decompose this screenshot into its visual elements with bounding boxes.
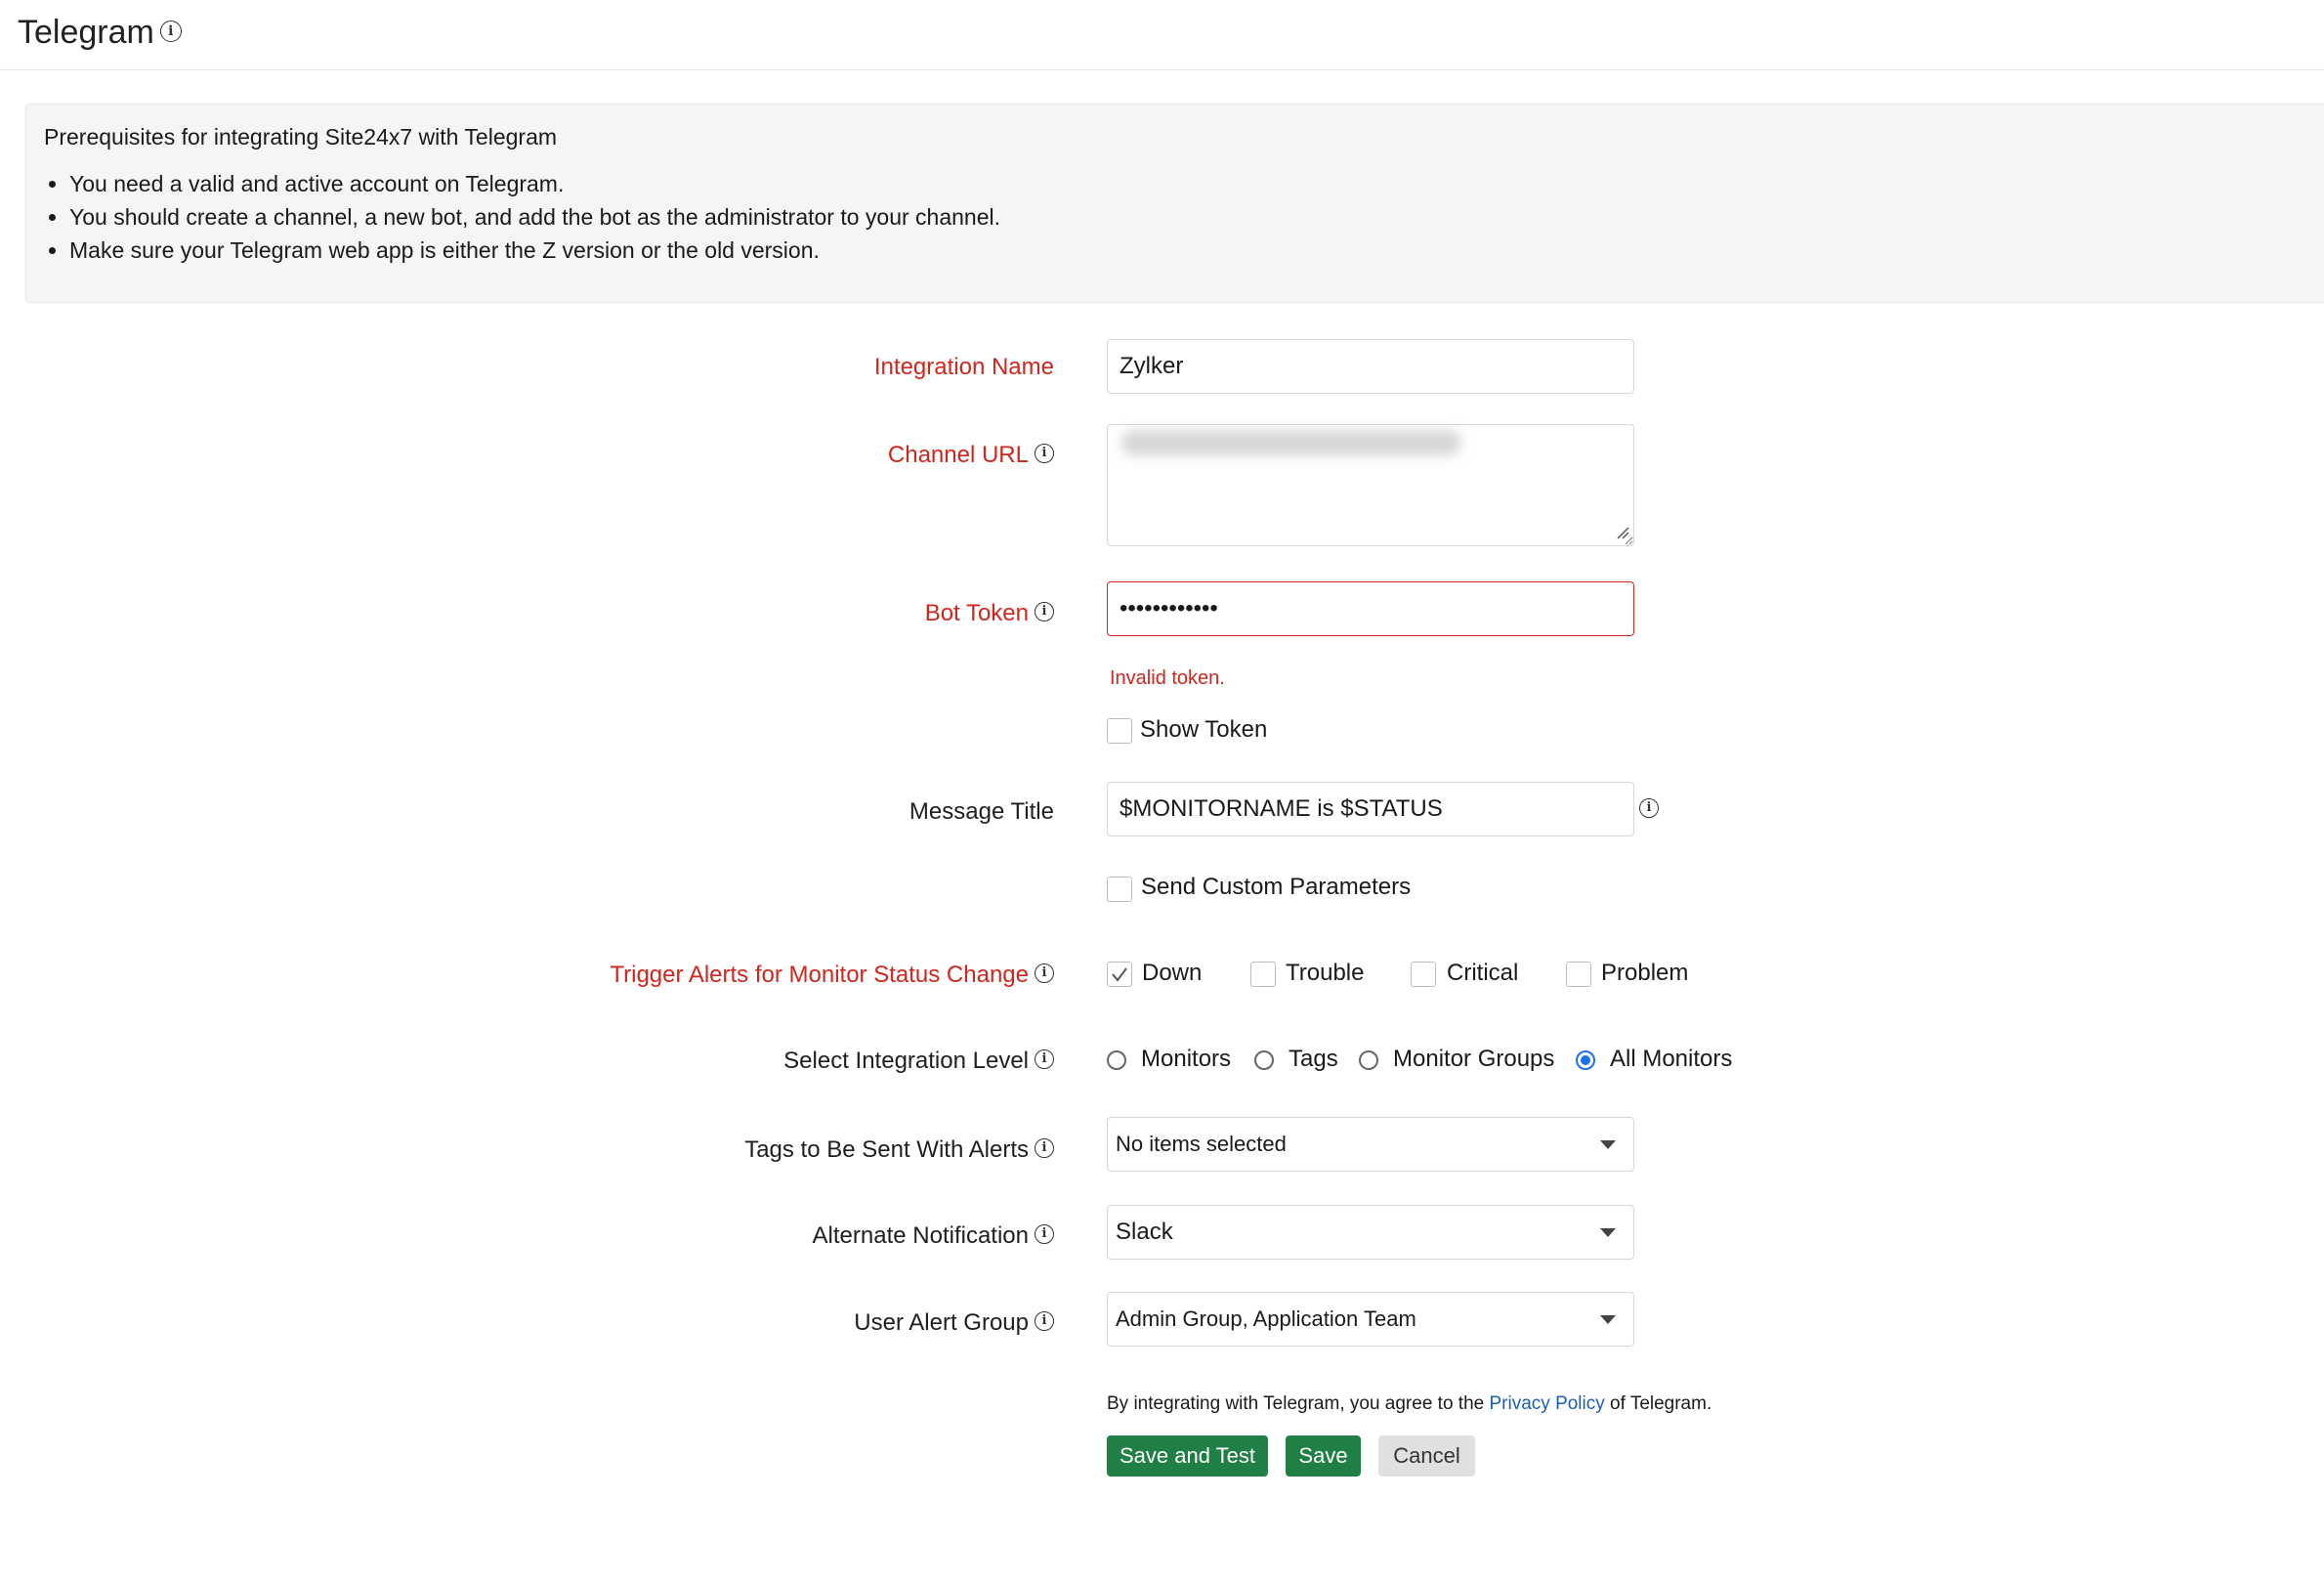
send-custom-parameters-label: Send Custom Parameters <box>1141 874 1412 900</box>
critical-label: Critical <box>1447 960 1519 986</box>
send-custom-parameters-checkbox[interactable] <box>1107 877 1132 902</box>
header-divider <box>0 69 2324 70</box>
cancel-button[interactable]: Cancel <box>1378 1435 1475 1477</box>
checkmark-icon <box>1112 967 1127 982</box>
trigger-alerts-label: Trigger Alerts for Monitor Status Change… <box>610 962 1054 989</box>
bot-token-input[interactable]: •••••••••••• <box>1107 581 1634 636</box>
prerequisites-title: Prerequisites for integrating Site24x7 w… <box>44 124 558 150</box>
save-and-test-button[interactable]: Save and Test <box>1107 1435 1268 1477</box>
consent-suffix: of Telegram. <box>1610 1393 1712 1414</box>
privacy-policy-link[interactable]: Privacy Policy <box>1490 1393 1605 1414</box>
tags-radio-label: Tags <box>1289 1046 1338 1072</box>
alternate-notification-label: Alternate Notification i <box>813 1222 1054 1250</box>
channel-url-label: Channel URL i <box>888 442 1054 469</box>
tags-radio[interactable] <box>1254 1050 1274 1070</box>
info-icon[interactable]: i <box>159 21 182 43</box>
integration-name-input[interactable]: Zylker <box>1107 339 1634 394</box>
info-icon[interactable]: i <box>1035 963 1054 983</box>
chevron-down-icon <box>1600 1140 1616 1149</box>
tags-label: Tags to Be Sent With Alerts i <box>744 1136 1054 1164</box>
problem-label: Problem <box>1601 960 1689 986</box>
consent-text: By integrating with Telegram, you agree … <box>1107 1393 1711 1415</box>
trouble-label: Trouble <box>1286 960 1365 986</box>
alternate-notification-select[interactable]: Slack <box>1107 1205 1634 1260</box>
integration-name-label: Integration Name <box>873 354 1054 380</box>
info-icon[interactable]: i <box>1639 798 1659 818</box>
down-label: Down <box>1142 960 1203 986</box>
info-icon[interactable]: i <box>1035 1049 1054 1069</box>
chevron-down-icon <box>1600 1315 1616 1324</box>
critical-checkbox[interactable] <box>1411 962 1436 987</box>
redacted-channel-url <box>1121 430 1461 455</box>
user-alert-group-label: User Alert Group i <box>854 1309 1054 1337</box>
show-token-label: Show Token <box>1140 716 1268 743</box>
info-icon[interactable]: i <box>1035 1223 1054 1244</box>
consent-prefix: By integrating with Telegram, you agree … <box>1107 1393 1485 1414</box>
tags-select[interactable]: No items selected <box>1107 1117 1634 1172</box>
tags-select-value: No items selected <box>1116 1132 1287 1156</box>
monitors-radio-label: Monitors <box>1141 1046 1232 1072</box>
info-icon[interactable]: i <box>1035 601 1054 621</box>
alternate-notification-value: Slack <box>1116 1219 1173 1245</box>
show-token-checkbox[interactable] <box>1107 718 1132 744</box>
resize-grip-icon[interactable] <box>1616 526 1629 539</box>
page-title: Telegram <box>18 14 154 51</box>
integration-level-label: Select Integration Level i <box>783 1048 1054 1075</box>
all-monitors-radio[interactable] <box>1576 1050 1595 1070</box>
all-monitors-radio-label: All Monitors <box>1610 1046 1733 1072</box>
page-header: Telegram i <box>18 14 182 52</box>
prerequisite-item: You need a valid and active account on T… <box>69 167 1000 200</box>
chevron-down-icon <box>1600 1228 1616 1237</box>
message-title-label: Message Title <box>908 798 1054 825</box>
user-alert-group-value: Admin Group, Application Team <box>1116 1306 1416 1331</box>
monitor-groups-radio-label: Monitor Groups <box>1393 1046 1555 1072</box>
save-button[interactable]: Save <box>1286 1435 1361 1477</box>
info-icon[interactable]: i <box>1035 1310 1054 1331</box>
monitor-groups-radio[interactable] <box>1359 1050 1378 1070</box>
info-icon[interactable]: i <box>1035 1137 1054 1158</box>
problem-checkbox[interactable] <box>1566 962 1591 987</box>
user-alert-group-select[interactable]: Admin Group, Application Team <box>1107 1292 1634 1347</box>
trouble-checkbox[interactable] <box>1250 962 1276 987</box>
info-icon[interactable]: i <box>1035 443 1054 463</box>
bot-token-label: Bot Token i <box>925 600 1054 627</box>
monitors-radio[interactable] <box>1107 1050 1126 1070</box>
bot-token-error: Invalid token. <box>1110 667 1225 689</box>
message-title-input[interactable]: $MONITORNAME is $STATUS <box>1107 782 1634 836</box>
prerequisite-item: Make sure your Telegram web app is eithe… <box>69 234 1000 267</box>
prerequisites-list: You need a valid and active account on T… <box>26 167 1000 267</box>
prerequisites-panel: Prerequisites for integrating Site24x7 w… <box>25 104 2324 303</box>
prerequisite-item: You should create a channel, a new bot, … <box>69 200 1000 234</box>
down-checkbox[interactable] <box>1107 962 1132 987</box>
